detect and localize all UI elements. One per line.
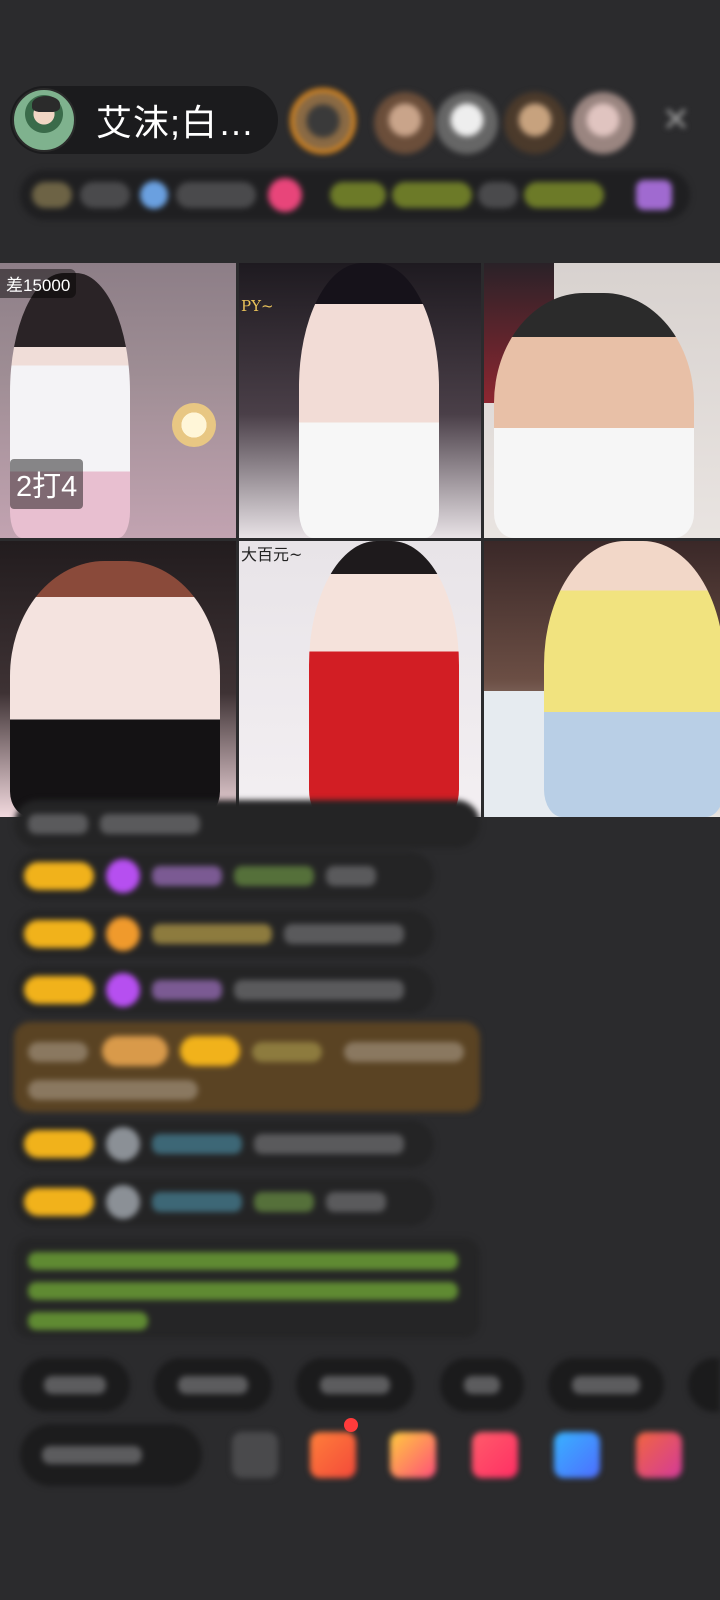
level-badge — [24, 920, 94, 948]
fan-badge-icon — [106, 1185, 140, 1219]
emoji-icon[interactable] — [232, 1432, 278, 1478]
guest-figure — [10, 561, 220, 817]
score-gap-label: 差15000 — [0, 269, 77, 298]
chat-message — [14, 910, 434, 958]
more-menu-icon[interactable] — [636, 1432, 682, 1478]
level-badge — [32, 182, 72, 208]
chat-text — [28, 814, 88, 834]
chat-text — [344, 1042, 464, 1062]
viewer-avatar[interactable] — [436, 92, 498, 154]
share-icon[interactable] — [554, 1432, 600, 1478]
chat-username — [152, 980, 222, 1000]
chat-text — [28, 1080, 198, 1100]
info-text — [80, 182, 130, 208]
fan-badge-icon — [106, 859, 140, 893]
chat-text — [326, 1192, 386, 1212]
rank-icon — [140, 181, 168, 209]
tag-chip — [478, 182, 518, 208]
guest-figure — [309, 541, 459, 817]
level-badge — [24, 1130, 94, 1158]
chat-message — [14, 852, 434, 900]
game-icon[interactable] — [472, 1432, 518, 1478]
tag-chip — [524, 182, 604, 208]
chat-text — [254, 1134, 404, 1154]
chat-message — [14, 1178, 434, 1226]
tile-overlay-text: PY~ — [241, 297, 274, 315]
chat-message — [14, 1120, 434, 1168]
lamp-decor — [172, 403, 216, 447]
tag-chip — [392, 182, 472, 208]
chat-username — [152, 866, 222, 886]
guest-figure — [544, 541, 720, 817]
viewer-avatar[interactable] — [504, 92, 566, 154]
quick-reply-chip[interactable] — [548, 1358, 664, 1412]
highlighted-chat-message — [14, 1022, 480, 1112]
chat-username — [152, 1192, 242, 1212]
guest-video-tile[interactable]: PY~ — [239, 263, 481, 538]
notice-text-line — [28, 1252, 458, 1270]
tag-chip — [330, 182, 386, 208]
level-badge — [24, 1188, 94, 1216]
guest-video-tile[interactable] — [484, 541, 720, 817]
chat-text — [284, 924, 404, 944]
viewer-avatar[interactable] — [374, 92, 436, 154]
notice-text-line — [28, 1312, 148, 1330]
gift-box-icon[interactable] — [390, 1432, 436, 1478]
guest-video-tile[interactable] — [0, 541, 236, 817]
chat-message — [14, 800, 480, 848]
chat-message — [14, 966, 434, 1014]
host-info-pill[interactable]: 艾沫;白… — [10, 86, 278, 154]
hot-icon — [268, 178, 302, 212]
guest-video-tile[interactable] — [484, 263, 720, 538]
viewer-avatar[interactable] — [572, 92, 634, 154]
battle-score-label: 2打4 — [10, 459, 84, 509]
level-badge — [24, 862, 94, 890]
level-badge — [180, 1036, 240, 1066]
gift-icon[interactable] — [310, 1432, 356, 1478]
chat-text — [28, 1042, 88, 1062]
fan-badge-icon — [106, 1127, 140, 1161]
chat-username — [252, 1042, 322, 1062]
chat-text — [234, 980, 404, 1000]
chat-text — [234, 866, 314, 886]
host-name: 艾沫;白… — [96, 102, 256, 143]
quick-reply-chip[interactable] — [440, 1358, 524, 1412]
chat-username — [152, 1134, 242, 1154]
viewer-avatar[interactable] — [290, 88, 356, 154]
chat-text — [326, 866, 376, 886]
multi-guest-video-grid: 差15000 2打4 PY~ 大百元~ — [0, 263, 720, 817]
guest-figure — [494, 293, 694, 538]
close-icon[interactable]: ✕ — [660, 103, 692, 137]
guest-video-tile[interactable]: 大百元~ — [239, 541, 481, 817]
info-text — [176, 182, 256, 208]
level-badge — [102, 1036, 168, 1066]
chat-text — [254, 1192, 314, 1212]
notice-text-line — [28, 1282, 458, 1300]
quick-reply-chip[interactable] — [20, 1358, 130, 1412]
tile-overlay-text: 大百元~ — [241, 545, 303, 564]
chat-username — [152, 924, 272, 944]
guest-figure — [299, 263, 439, 538]
chat-input-field[interactable] — [20, 1424, 202, 1486]
top-viewers-list — [290, 88, 640, 158]
fan-badge-icon — [106, 973, 140, 1007]
guest-video-tile[interactable]: 差15000 2打4 — [0, 263, 236, 538]
fan-badge-icon — [106, 917, 140, 951]
system-notice-message — [14, 1238, 480, 1338]
chat-text — [100, 814, 200, 834]
host-avatar[interactable] — [12, 88, 76, 152]
more-icon — [636, 180, 672, 210]
quick-reply-chip[interactable] — [688, 1358, 720, 1412]
level-badge — [24, 976, 94, 1004]
notification-dot — [344, 1418, 358, 1432]
quick-reply-chip[interactable] — [154, 1358, 272, 1412]
quick-reply-chip[interactable] — [296, 1358, 414, 1412]
room-info-bar[interactable] — [20, 170, 690, 220]
